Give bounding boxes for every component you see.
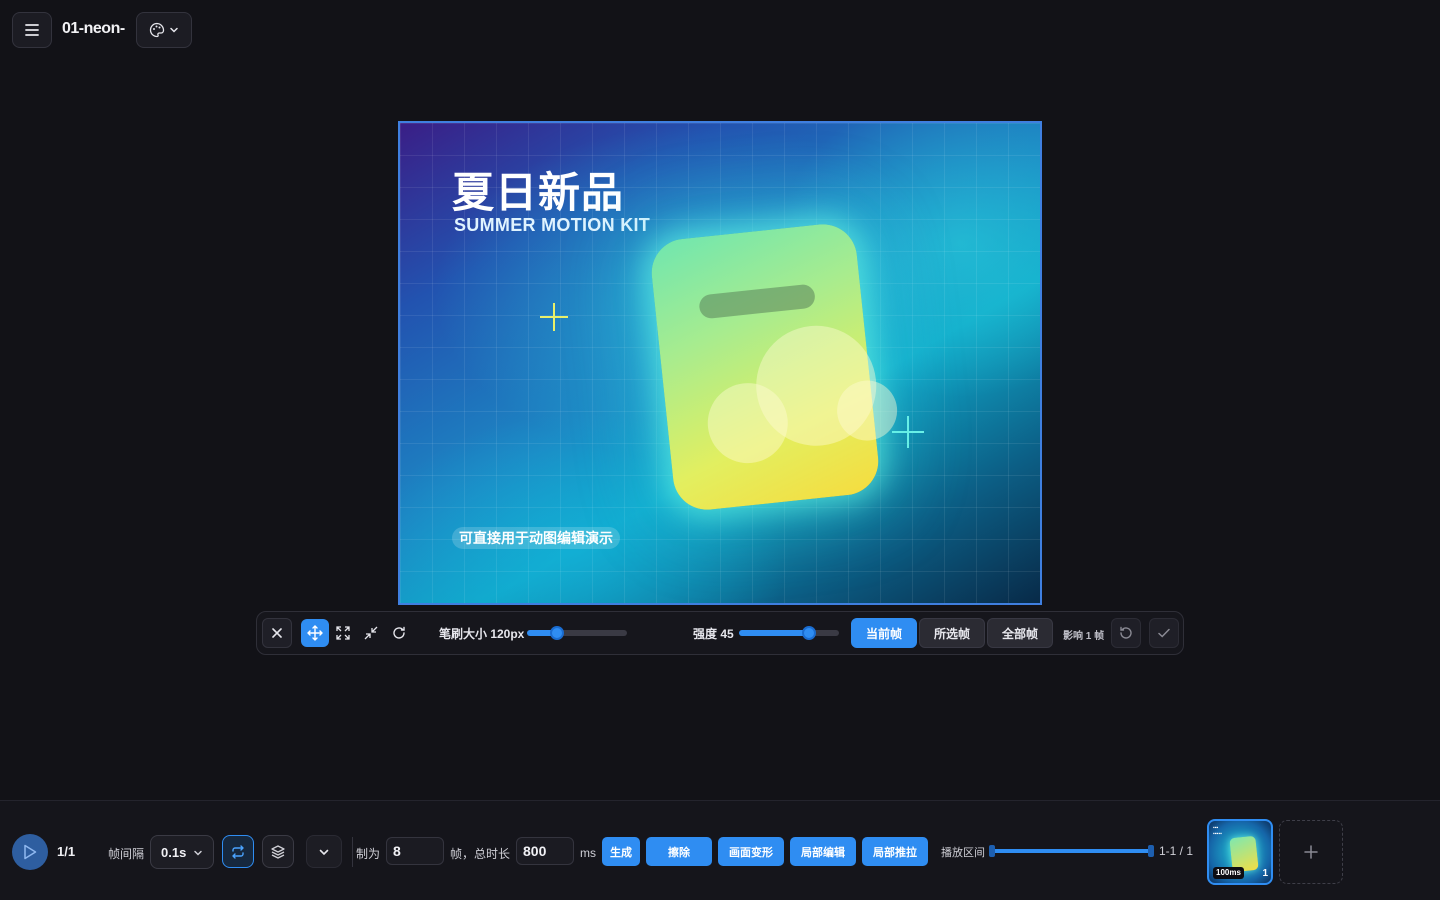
generate-button[interactable]: 生成 xyxy=(602,837,640,866)
timeline-bar: 1/1 帧间隔 0.1s 制为 帧，总时长 ms 生成 擦除 画面变形 局部编辑… xyxy=(0,800,1440,900)
thumbnail-mini-text: ▪▪▪ ▪▪▪▪▪ xyxy=(1213,825,1222,837)
expand-icon xyxy=(336,626,350,640)
play-icon xyxy=(24,844,37,860)
duration-unit: ms xyxy=(580,846,596,860)
scope-all-frames-button[interactable]: 全部帧 xyxy=(987,618,1053,648)
frame-counter: 1/1 xyxy=(57,844,76,859)
reset-button[interactable] xyxy=(1111,618,1141,648)
frame-count-input[interactable] xyxy=(386,837,444,865)
shrink-icon xyxy=(364,626,378,640)
brush-size-thumb[interactable] xyxy=(550,626,564,640)
chevron-down-icon xyxy=(194,850,202,856)
glow-card-graphic xyxy=(648,220,901,514)
move-tool-button[interactable] xyxy=(301,619,329,647)
make-label: 制为 xyxy=(356,847,381,861)
canvas-subheading: SUMMER MOTION KIT xyxy=(454,215,651,235)
play-range-text: 1-1 / 1 xyxy=(1159,844,1194,858)
editing-canvas[interactable]: 夏日新品 SUMMER MOTION KIT 可直接用于动图编辑演示 xyxy=(398,121,1042,605)
affect-count-label: 影响 1 帧 xyxy=(1063,631,1105,642)
plus-icon xyxy=(1304,845,1318,859)
thumbnail-index: 1 xyxy=(1262,868,1268,879)
play-range-slider[interactable] xyxy=(990,849,1154,853)
more-options-button[interactable] xyxy=(306,835,342,868)
strength-fill xyxy=(739,630,809,636)
repeat-icon xyxy=(232,844,244,859)
local-edit-button[interactable]: 局部编辑 xyxy=(790,837,856,866)
strength-thumb[interactable] xyxy=(802,626,816,640)
range-end-handle[interactable] xyxy=(1148,845,1154,857)
edit-toolbar: 笔刷大小 120px 强度 45 当前帧 所选帧 全部帧 影响 1 帧 xyxy=(256,611,1184,655)
loop-toggle-button[interactable] xyxy=(222,835,254,868)
layers-icon xyxy=(271,844,285,859)
scope-current-frame-button[interactable]: 当前帧 xyxy=(851,618,917,648)
brush-size-slider[interactable] xyxy=(527,626,627,640)
expand-tool-button[interactable] xyxy=(329,619,357,647)
interval-label: 帧间隔 xyxy=(108,847,145,861)
canvas-heading: 夏日新品 xyxy=(452,169,625,216)
interval-value: 0.1s xyxy=(161,844,187,860)
palette-icon xyxy=(149,22,165,38)
play-button[interactable] xyxy=(12,834,48,870)
rotate-tool-button[interactable] xyxy=(385,619,413,647)
brush-size-label: 笔刷大小 120px xyxy=(439,627,525,641)
chevron-down-icon xyxy=(170,27,178,33)
hamburger-icon xyxy=(25,24,39,36)
interval-select[interactable]: 0.1s xyxy=(150,835,214,869)
strength-slider[interactable] xyxy=(739,626,839,640)
add-frame-button[interactable] xyxy=(1279,820,1343,884)
scope-selected-frames-button[interactable]: 所选帧 xyxy=(919,618,985,648)
close-icon xyxy=(272,628,282,638)
sparkle-plus-icon xyxy=(540,303,568,331)
theme-button[interactable] xyxy=(136,12,192,48)
canvas-note: 可直接用于动图编辑演示 xyxy=(452,527,620,549)
transform-button[interactable]: 画面变形 xyxy=(718,837,784,866)
shrink-tool-button[interactable] xyxy=(357,619,385,647)
erase-button[interactable]: 擦除 xyxy=(646,837,712,866)
close-edit-button[interactable] xyxy=(262,618,292,648)
reset-icon xyxy=(1120,626,1132,639)
document-title[interactable]: 01-neon- xyxy=(62,20,126,38)
check-icon xyxy=(1158,628,1170,638)
strength-label: 强度 45 xyxy=(693,627,734,641)
frames-unit-label: 帧，总时长 xyxy=(450,847,511,861)
sparkle-plus-icon xyxy=(892,416,924,448)
thumbnail-duration: 100ms xyxy=(1213,867,1244,879)
duration-input[interactable] xyxy=(516,837,574,865)
menu-button[interactable] xyxy=(12,12,52,48)
move-icon xyxy=(307,625,323,641)
frame-thumbnail[interactable]: ▪▪▪ ▪▪▪▪▪ 100ms 1 xyxy=(1207,819,1273,885)
range-start-handle[interactable] xyxy=(989,845,995,857)
play-range-label: 播放区间 xyxy=(941,847,985,859)
card-bar-shape xyxy=(698,283,817,320)
confirm-button[interactable] xyxy=(1149,618,1179,648)
rotate-icon xyxy=(393,626,405,639)
chevron-down-icon xyxy=(319,849,329,855)
divider xyxy=(352,837,353,867)
layers-button[interactable] xyxy=(262,835,294,868)
local-push-pull-button[interactable]: 局部推拉 xyxy=(862,837,928,866)
